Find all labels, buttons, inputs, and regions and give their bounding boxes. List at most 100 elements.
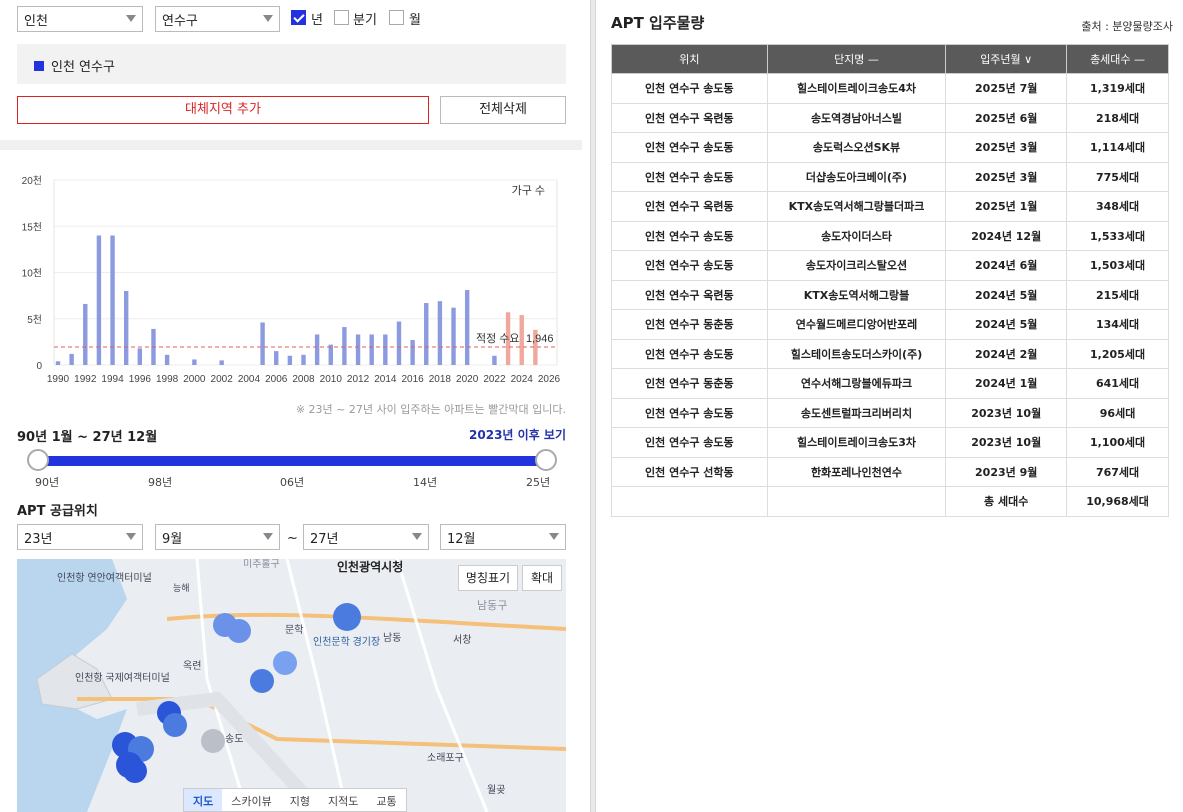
map-tab-cadastral[interactable]: 지적도 — [319, 789, 367, 811]
range-start-handle[interactable] — [27, 449, 49, 471]
table-row[interactable]: 인천 연수구 옥련동 KTX송도역서해그랑블 2024년 5월 215세대 — [611, 279, 1169, 310]
table-row[interactable]: 인천 연수구 송도동 송도럭스오션SK뷰 2025년 3월 1,114세대 — [611, 132, 1169, 163]
district-select[interactable]: 연수구 — [155, 6, 280, 32]
delete-all-button[interactable]: 전체삭제 — [440, 96, 566, 124]
from-year-select[interactable]: 23년 — [17, 524, 143, 550]
chart-bar — [424, 303, 429, 365]
apt-marker[interactable] — [333, 603, 361, 631]
from-month-select[interactable]: 9월 — [155, 524, 280, 550]
map-tab-skyview[interactable]: 스카이뷰 — [222, 789, 280, 811]
map-label-munhak: 문학 — [285, 624, 303, 636]
table-row[interactable]: 인천 연수구 송도동 송도자이더스타 2024년 12월 1,533세대 — [611, 220, 1169, 251]
map-label-ferry-terminal: 인천항 연안여객터미널 — [57, 572, 152, 584]
chart-bar — [123, 291, 129, 365]
chart-bar — [342, 327, 347, 365]
apt-supply-title: APT 입주물량 — [611, 14, 705, 32]
cell-total-units: 218세대 — [1066, 102, 1169, 133]
cell-total-units: 1,503세대 — [1066, 250, 1169, 281]
apt-marker[interactable] — [201, 729, 225, 753]
chart-bar — [355, 334, 361, 365]
chart-bar — [410, 340, 415, 365]
cell-move-in-date: 2023년 10월 — [945, 427, 1068, 458]
reference-line-value: 1,946 — [526, 333, 554, 345]
range-tick-label: 06년 — [280, 476, 305, 489]
cell-total-units: 1,205세대 — [1066, 338, 1169, 369]
apt-marker[interactable] — [123, 759, 147, 783]
to-month-select[interactable]: 12월 — [440, 524, 566, 550]
checkbox-quarter[interactable] — [334, 10, 349, 25]
cell-total-units: 348세대 — [1066, 191, 1169, 222]
x-tick-label: 2006 — [265, 374, 288, 385]
to-year-select[interactable]: 27년 — [303, 524, 429, 550]
left-panel: 인천 연수구 년 분기 월 인천 연수구 대체지역 추가 전체삭제 20천 15천… — [0, 0, 582, 812]
range-end-handle[interactable] — [535, 449, 557, 471]
region-select[interactable]: 인천 — [17, 6, 143, 32]
map-label-neunghae: 능해 — [173, 583, 190, 593]
x-tick-label: 2016 — [401, 374, 424, 385]
table-row[interactable]: 인천 연수구 옥련동 KTX송도역서해그랑블더파크 2025년 1월 348세대 — [611, 191, 1169, 222]
reference-line-label: 적정 수요 — [476, 332, 520, 345]
table-row[interactable]: 인천 연수구 옥련동 송도역경남아너스빌 2025년 6월 218세대 — [611, 102, 1169, 133]
district-select-value: 연수구 — [162, 14, 198, 29]
map-label-namdong: 남동 — [383, 632, 401, 644]
col-move-in-date[interactable]: 입주년월 ∨ — [945, 44, 1068, 74]
chart-bar — [451, 307, 456, 365]
apt-marker[interactable] — [273, 651, 297, 675]
from-year-value: 23년 — [24, 532, 53, 547]
cell-location: 인천 연수구 송도동 — [611, 220, 768, 251]
x-tick-label: 2020 — [456, 374, 479, 385]
map-tab-terrain[interactable]: 지형 — [281, 789, 319, 811]
to-month-value: 12월 — [447, 532, 476, 547]
cell-location: 인천 연수구 송도동 — [611, 132, 768, 163]
col-total-units[interactable]: 총세대수 — — [1066, 44, 1169, 74]
chart-bar — [519, 315, 524, 365]
col-complex-name[interactable]: 단지명 — — [766, 44, 947, 74]
table-row[interactable]: 인천 연수구 송도동 힐스테이트레이크송도3차 2023년 10월 1,100세대 — [611, 427, 1169, 458]
table-row[interactable]: 인천 연수구 송도동 힐스테이트송도더스카이(주) 2024년 2월 1,205세대 — [611, 338, 1169, 369]
checkbox-month[interactable] — [389, 10, 404, 25]
table-header-row: 위치 단지명 — 입주년월 ∨ 총세대수 — — [611, 44, 1169, 74]
col-location[interactable]: 위치 — [611, 44, 768, 74]
cell-move-in-date: 2023년 9월 — [945, 456, 1068, 487]
table-row[interactable]: 인천 연수구 송도동 송도자이크리스탈오션 2024년 6월 1,503세대 — [611, 250, 1169, 281]
map-label-wolgot: 월곶 — [487, 784, 505, 796]
since-2023-link[interactable]: 2023년 이후 보기 — [469, 426, 566, 443]
chart-bar — [464, 290, 470, 365]
x-tick-label: 2024 — [511, 374, 534, 385]
map-name-toggle-button[interactable]: 명칭표기 — [458, 565, 518, 591]
cell-move-in-date: 2023년 10월 — [945, 397, 1068, 428]
cell-total-label: 총 세대수 — [945, 486, 1068, 517]
cell-total-units: 775세대 — [1066, 161, 1169, 192]
table-row[interactable]: 인천 연수구 동춘동 연수서해그랑블에듀파크 2024년 1월 641세대 — [611, 368, 1169, 399]
cell-total-units: 215세대 — [1066, 279, 1169, 310]
apt-marker[interactable] — [163, 713, 187, 737]
cell-complex-name: 송도자이크리스탈오션 — [766, 250, 947, 281]
table-row[interactable]: 인천 연수구 동춘동 연수월드메르디앙어반포레 2024년 5월 134세대 — [611, 309, 1169, 340]
chart-bar — [164, 354, 170, 365]
cell-move-in-date: 2024년 1월 — [945, 368, 1068, 399]
map-zoom-button[interactable]: 확대 — [522, 565, 562, 591]
map-canvas[interactable]: 인천광역시청 인천항 연안여객터미널 인천항 국제여객터미널 문학 인천문학 경… — [17, 559, 566, 812]
x-tick-label: 1994 — [101, 374, 124, 385]
cell-move-in-date: 2025년 6월 — [945, 102, 1068, 133]
x-tick-label: 2012 — [347, 374, 370, 385]
x-tick-label: 2014 — [374, 374, 397, 385]
cell-move-in-date: 2024년 12월 — [945, 220, 1068, 251]
table-row[interactable]: 인천 연수구 송도동 송도센트럴파크리버리치 2023년 10월 96세대 — [611, 397, 1169, 428]
section-separator — [0, 140, 582, 150]
table-row[interactable]: 인천 연수구 송도동 더샵송도아크베이(주) 2025년 3월 775세대 — [611, 161, 1169, 192]
checkbox-year[interactable] — [291, 10, 306, 25]
selected-region-box: 인천 연수구 — [17, 44, 566, 84]
cell-total-units: 1,319세대 — [1066, 73, 1169, 104]
map-label-intl-terminal: 인천항 국제여객터미널 — [75, 672, 170, 684]
supply-map[interactable]: 인천광역시청 인천항 연안여객터미널 인천항 국제여객터미널 문학 인천문학 경… — [17, 559, 566, 812]
table-row[interactable]: 인천 연수구 송도동 힐스테이트레이크송도4차 2025년 7월 1,319세대 — [611, 73, 1169, 104]
apt-marker[interactable] — [250, 669, 274, 693]
table-row[interactable]: 인천 연수구 선학동 한화포레나인천연수 2023년 9월 767세대 — [611, 456, 1169, 487]
apt-marker[interactable] — [227, 619, 251, 643]
chevron-down-icon — [126, 533, 136, 540]
add-region-button[interactable]: 대체지역 추가 — [17, 96, 429, 124]
map-tab-traffic[interactable]: 교통 — [367, 789, 405, 811]
map-tab-map[interactable]: 지도 — [184, 789, 223, 811]
range-slider-track[interactable] — [38, 456, 546, 466]
